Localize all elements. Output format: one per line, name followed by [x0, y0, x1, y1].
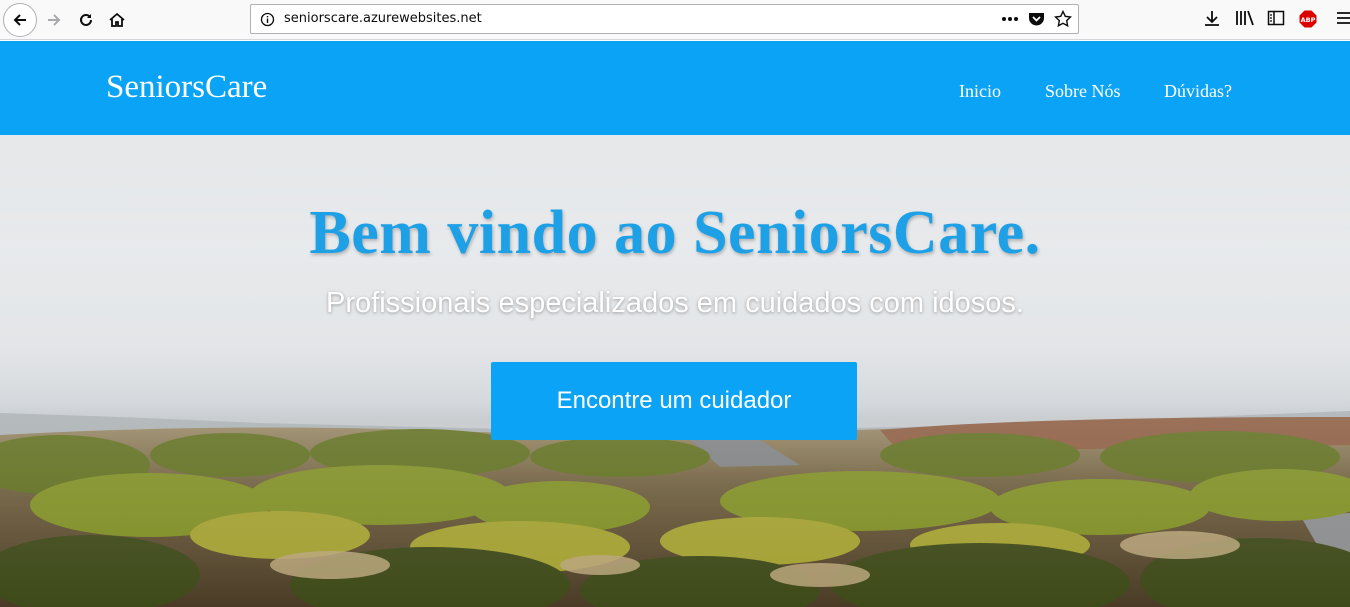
browser-toolbar: seniorscare.azurewebsites.net ABP — [0, 0, 1350, 40]
url-text[interactable]: seniorscare.azurewebsites.net — [284, 11, 482, 26]
nav-link-sobre-nos[interactable]: Sobre Nós — [1045, 81, 1121, 102]
nav-link-inicio[interactable]: Inicio — [959, 81, 1001, 102]
brand-logo[interactable]: SeniorsCare — [106, 69, 267, 106]
pocket-icon[interactable] — [1028, 11, 1045, 27]
sidebar-icon[interactable] — [1267, 9, 1285, 27]
download-icon[interactable] — [1203, 9, 1221, 27]
hero-subtitle: Profissionais especializados em cuidados… — [326, 287, 1024, 319]
forward-button[interactable] — [38, 4, 70, 36]
info-icon[interactable] — [260, 12, 275, 27]
home-button[interactable] — [101, 4, 133, 36]
address-bar[interactable]: seniorscare.azurewebsites.net — [250, 4, 1079, 34]
home-icon — [109, 12, 125, 27]
bookmark-star-icon[interactable] — [1054, 10, 1072, 28]
forward-icon — [48, 14, 61, 26]
nav-link-duvidas[interactable]: Dúvidas? — [1164, 81, 1232, 102]
adblock-icon[interactable]: ABP — [1299, 10, 1317, 28]
reload-icon — [80, 13, 92, 26]
back-icon — [13, 14, 26, 26]
back-button[interactable] — [3, 3, 37, 37]
site-header: SeniorsCare Inicio Sobre Nós Dúvidas? — [0, 41, 1350, 135]
more-dots-icon[interactable] — [1000, 9, 1020, 29]
abp-label: ABP — [1301, 16, 1316, 24]
hero-title: Bem vindo ao SeniorsCare. — [309, 199, 1041, 267]
hero-section: Bem vindo ao SeniorsCare. Profissionais … — [0, 135, 1350, 607]
reload-button[interactable] — [70, 4, 102, 36]
library-icon[interactable] — [1235, 9, 1255, 27]
find-caregiver-button[interactable]: Encontre um cuidador — [491, 362, 857, 440]
menu-icon[interactable] — [1336, 9, 1350, 27]
